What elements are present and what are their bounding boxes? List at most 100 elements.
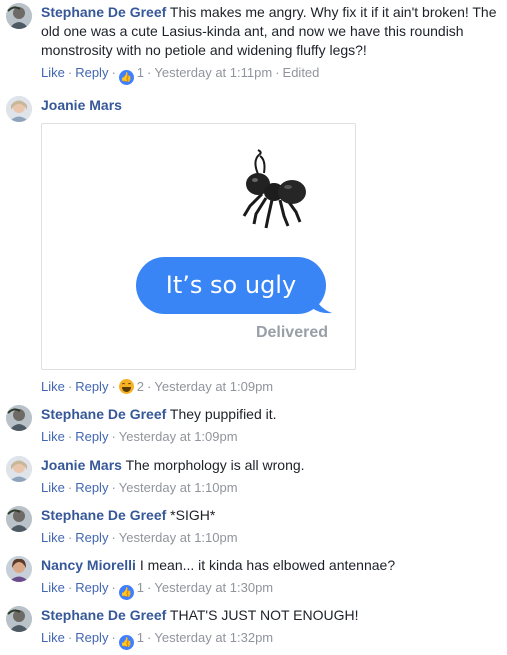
- separator: ·: [147, 65, 152, 80]
- separator: ·: [67, 480, 73, 495]
- reaction-count[interactable]: 1: [137, 630, 144, 645]
- comment-body: Joanie Mars The morphology is all wrong.…: [41, 456, 501, 496]
- separator: ·: [67, 429, 73, 444]
- avatar[interactable]: [6, 405, 32, 431]
- avatar[interactable]: [6, 556, 32, 582]
- edited-label[interactable]: Edited: [283, 65, 320, 80]
- like-link[interactable]: Like: [41, 630, 65, 645]
- comment-body: Nancy Miorelli I mean... it kinda has el…: [41, 556, 501, 600]
- reaction-count[interactable]: 2: [137, 379, 144, 394]
- like-link[interactable]: Like: [41, 530, 65, 545]
- comment-text: I mean... it kinda has elbowed antennae?: [139, 557, 396, 573]
- comment-author-link[interactable]: Joanie Mars: [41, 97, 122, 113]
- comment-text-block: Joanie Mars The morphology is all wrong.: [41, 456, 501, 475]
- separator: ·: [111, 530, 116, 545]
- comment-body: Stephane De Greef THAT'S JUST NOT ENOUGH…: [41, 606, 501, 650]
- separator: ·: [111, 379, 116, 394]
- separator: ·: [275, 65, 280, 80]
- separator: ·: [111, 580, 116, 595]
- separator: ·: [67, 65, 73, 80]
- comment-text-block: Stephane De Greef THAT'S JUST NOT ENOUGH…: [41, 606, 501, 625]
- separator: ·: [147, 580, 152, 595]
- like-link[interactable]: Like: [41, 429, 65, 444]
- avatar[interactable]: [6, 3, 32, 29]
- reaction-count[interactable]: 1: [137, 580, 144, 595]
- comment-text-block: Stephane De Greef They puppified it.: [41, 405, 501, 424]
- reply-link[interactable]: Reply: [75, 530, 108, 545]
- separator: ·: [147, 630, 152, 645]
- comment-text-block: Stephane De Greef *SIGH*: [41, 506, 501, 525]
- comment-text: *SIGH*: [170, 507, 216, 523]
- avatar-nancy-image: [6, 556, 32, 582]
- sticker-attachment[interactable]: It’s so ugly Delivered: [41, 123, 356, 370]
- avatar-stephane-image: [6, 405, 32, 431]
- avatar-stephane-image: [6, 3, 32, 29]
- reaction-count[interactable]: 1: [137, 65, 144, 80]
- comment-actions: Like · Reply · Yesterday at 1:09pm: [41, 428, 501, 445]
- comment-text-block: Nancy Miorelli I mean... it kinda has el…: [41, 556, 501, 575]
- delivered-status: Delivered: [255, 324, 328, 341]
- avatar-stephane-image: [6, 506, 32, 532]
- like-icon[interactable]: 👍: [118, 70, 134, 85]
- avatar[interactable]: [6, 96, 32, 122]
- separator: ·: [67, 580, 73, 595]
- comment-author-link[interactable]: Stephane De Greef: [41, 4, 166, 20]
- reply-link[interactable]: Reply: [75, 65, 108, 80]
- avatar-joanie-image: [6, 96, 32, 122]
- comment-text: They puppified it.: [169, 406, 277, 422]
- timestamp-link[interactable]: Yesterday at 1:30pm: [154, 580, 273, 595]
- separator: ·: [111, 630, 116, 645]
- reply-link[interactable]: Reply: [75, 630, 108, 645]
- like-icon[interactable]: 👍: [118, 585, 134, 600]
- timestamp-link[interactable]: Yesterday at 1:32pm: [154, 630, 273, 645]
- separator: ·: [111, 429, 116, 444]
- like-link[interactable]: Like: [41, 65, 65, 80]
- avatar-stephane-image: [6, 606, 32, 632]
- reply-link[interactable]: Reply: [75, 480, 108, 495]
- comment-thread: Stephane De Greef This makes me angry. W…: [0, 0, 507, 655]
- like-link[interactable]: Like: [41, 480, 65, 495]
- avatar[interactable]: [6, 456, 32, 482]
- timestamp-link[interactable]: Yesterday at 1:09pm: [119, 429, 238, 444]
- comment-actions: Like · Reply · 👍 1 · Yesterday at 1:32pm: [41, 629, 501, 650]
- reply-link[interactable]: Reply: [75, 379, 108, 394]
- comment-actions: Like · Reply · Yesterday at 1:10pm: [41, 529, 501, 546]
- timestamp-link[interactable]: Yesterday at 1:10pm: [119, 480, 238, 495]
- avatar[interactable]: [6, 606, 32, 632]
- comment-actions: Like · Reply · 👍 1 · Yesterday at 1:30pm: [41, 579, 501, 600]
- avatar-joanie-image: [6, 456, 32, 482]
- comment-body: Joanie Mars It’s so ugly Delivered Like …: [41, 96, 501, 395]
- like-link[interactable]: Like: [41, 379, 65, 394]
- separator: ·: [67, 630, 73, 645]
- timestamp-link[interactable]: Yesterday at 1:11pm: [154, 65, 272, 80]
- bubble-tail-shape: [312, 292, 332, 314]
- comment-author-link[interactable]: Nancy Miorelli: [41, 557, 136, 573]
- comment-text: The morphology is all wrong.: [125, 457, 305, 473]
- timestamp-link[interactable]: Yesterday at 1:10pm: [119, 530, 238, 545]
- timestamp-link[interactable]: Yesterday at 1:09pm: [154, 379, 273, 394]
- comment-text: THAT'S JUST NOT ENOUGH!: [169, 607, 359, 623]
- reply-link[interactable]: Reply: [75, 580, 108, 595]
- comment-author-link[interactable]: Stephane De Greef: [41, 607, 166, 623]
- comment-text-block: Joanie Mars: [41, 96, 501, 115]
- comment-author-link[interactable]: Stephane De Greef: [41, 507, 166, 523]
- separator: ·: [111, 480, 116, 495]
- ant-emoji-icon: [242, 149, 306, 229]
- haha-icon[interactable]: [118, 379, 134, 394]
- comment-text-block: Stephane De Greef This makes me angry. W…: [41, 3, 501, 60]
- comment-author-link[interactable]: Joanie Mars: [41, 457, 122, 473]
- like-link[interactable]: Like: [41, 580, 65, 595]
- separator: ·: [67, 530, 73, 545]
- separator: ·: [147, 379, 152, 394]
- avatar[interactable]: [6, 506, 32, 532]
- comment-actions: Like · Reply · Yesterday at 1:10pm: [41, 479, 501, 496]
- comment-author-link[interactable]: Stephane De Greef: [41, 406, 166, 422]
- separator: ·: [67, 379, 73, 394]
- like-icon[interactable]: 👍: [118, 635, 134, 650]
- reply-link[interactable]: Reply: [75, 429, 108, 444]
- comment-actions: Like · Reply · 2 · Yesterday at 1:09pm: [41, 378, 501, 395]
- comment-actions: Like · Reply · 👍 1 · Yesterday at 1:11pm · Edited: [41, 64, 501, 85]
- message-bubble: It’s so ugly: [136, 257, 326, 314]
- comment-body: Stephane De Greef *SIGH* Like · Reply · Yest…: [41, 506, 501, 546]
- separator: ·: [111, 65, 116, 80]
